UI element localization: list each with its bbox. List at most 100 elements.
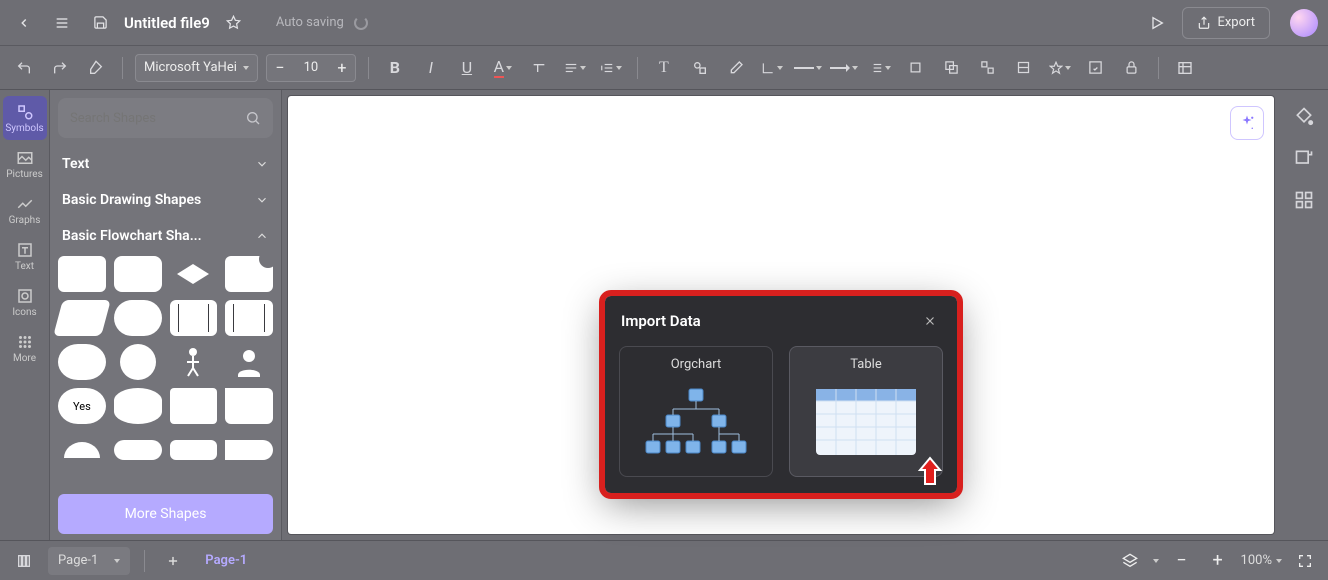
- font-size-decrease[interactable]: −: [267, 55, 293, 81]
- font-selector[interactable]: Microsoft YaHei: [135, 54, 258, 82]
- category-basic-drawing[interactable]: Basic Drawing Shapes: [50, 182, 281, 218]
- shape-person[interactable]: [170, 344, 218, 380]
- canvas[interactable]: Import Data Orgchart: [288, 96, 1274, 534]
- search-shapes[interactable]: [58, 98, 273, 138]
- shape-user[interactable]: [225, 344, 273, 380]
- outline-button[interactable]: [10, 547, 38, 575]
- ai-sparkle-button[interactable]: [1230, 106, 1264, 140]
- text-tool-button[interactable]: T: [650, 54, 678, 82]
- zoom-value: 100%: [1241, 553, 1272, 568]
- shape-circle[interactable]: [120, 344, 156, 380]
- line-style-button[interactable]: [794, 54, 822, 82]
- shape-parallelogram[interactable]: [53, 300, 110, 336]
- shape-strip[interactable]: [170, 440, 218, 460]
- text-case-button[interactable]: [525, 54, 553, 82]
- align-button[interactable]: [561, 54, 589, 82]
- zoom-level[interactable]: 100%: [1241, 553, 1282, 568]
- shape-thin-rect[interactable]: [114, 440, 162, 460]
- fill-tool-icon[interactable]: [1294, 106, 1314, 126]
- import-option-orgchart[interactable]: Orgchart: [619, 346, 773, 477]
- shape-terminator[interactable]: [114, 300, 162, 336]
- shape-rounded-rect[interactable]: [114, 256, 162, 292]
- import-data-button[interactable]: [1171, 54, 1199, 82]
- undo-button[interactable]: [10, 54, 38, 82]
- shape-internal-storage[interactable]: [225, 300, 273, 336]
- dialog-title: Import Data: [621, 312, 701, 330]
- pen-tool-button[interactable]: [722, 54, 750, 82]
- chevron-down-icon: [1153, 559, 1159, 563]
- font-size-increase[interactable]: +: [329, 55, 355, 81]
- rail-more[interactable]: More: [3, 326, 47, 370]
- shape-card[interactable]: [170, 388, 218, 424]
- layer-button-1[interactable]: [902, 54, 930, 82]
- shape-database[interactable]: [114, 388, 162, 424]
- presentation-button[interactable]: [1142, 8, 1172, 38]
- file-title: Untitled file9: [124, 14, 210, 32]
- lock-button[interactable]: [1118, 54, 1146, 82]
- ungroup-button[interactable]: [1010, 54, 1038, 82]
- close-icon: [923, 314, 937, 328]
- arrow-style-button[interactable]: [830, 54, 858, 82]
- category-text-label: Text: [62, 156, 89, 172]
- underline-button[interactable]: U: [453, 54, 481, 82]
- bold-button[interactable]: B: [381, 54, 409, 82]
- italic-button[interactable]: I: [417, 54, 445, 82]
- export-button[interactable]: Export: [1182, 7, 1270, 39]
- connector-button[interactable]: [758, 54, 786, 82]
- import-option-table[interactable]: Table: [789, 346, 943, 477]
- category-basic-flowchart[interactable]: Basic Flowchart Sha...: [50, 218, 281, 254]
- format-painter-button[interactable]: [82, 54, 110, 82]
- page-selector[interactable]: Page-1: [48, 547, 130, 575]
- user-avatar[interactable]: [1290, 9, 1318, 37]
- rail-graphs[interactable]: Graphs: [3, 188, 47, 232]
- orgchart-preview: [630, 382, 762, 462]
- shape-document[interactable]: [225, 256, 273, 292]
- dialog-close-button[interactable]: [919, 310, 941, 332]
- shape-display[interactable]: [225, 388, 273, 424]
- rail-icons[interactable]: Icons: [3, 280, 47, 324]
- rail-pictures[interactable]: Pictures: [3, 142, 47, 186]
- zoom-in-button[interactable]: +: [1205, 548, 1231, 574]
- page-tab[interactable]: Page-1: [197, 553, 255, 568]
- fullscreen-button[interactable]: [1292, 548, 1318, 574]
- shape-half-1[interactable]: [58, 432, 106, 468]
- category-basic-label: Basic Drawing Shapes: [62, 192, 201, 208]
- shape-rectangle[interactable]: [58, 256, 106, 292]
- font-size-stepper: − 10 +: [266, 54, 356, 82]
- back-button[interactable]: [10, 9, 38, 37]
- page-selector-label: Page-1: [58, 553, 98, 568]
- shape-tool-button[interactable]: [686, 54, 714, 82]
- export-tool-icon[interactable]: [1294, 148, 1314, 168]
- rail-pictures-label: Pictures: [6, 169, 43, 180]
- zoom-out-button[interactable]: −: [1169, 548, 1195, 574]
- favorite-button[interactable]: [220, 9, 248, 37]
- shape-predefined[interactable]: [170, 300, 218, 336]
- category-text[interactable]: Text: [50, 146, 281, 182]
- layers-icon[interactable]: [1117, 548, 1143, 574]
- shape-decision-yes[interactable]: Yes: [58, 388, 106, 424]
- edit-button[interactable]: [1082, 54, 1110, 82]
- grid-tool-icon[interactable]: [1294, 190, 1314, 210]
- list-button[interactable]: [866, 54, 894, 82]
- font-size-value[interactable]: 10: [293, 60, 329, 75]
- shape-ellipse[interactable]: [58, 344, 106, 380]
- more-shapes-button[interactable]: More Shapes: [58, 494, 273, 534]
- chevron-down-icon: [114, 559, 120, 563]
- option-table-label: Table: [850, 357, 881, 372]
- import-data-dialog: Import Data Orgchart: [605, 296, 957, 493]
- rail-text[interactable]: Text: [3, 234, 47, 278]
- effects-button[interactable]: [1046, 54, 1074, 82]
- save-icon[interactable]: [86, 9, 114, 37]
- chevron-up-icon: [255, 229, 269, 243]
- shape-delay[interactable]: [225, 440, 273, 460]
- layer-button-2[interactable]: [938, 54, 966, 82]
- search-input[interactable]: [70, 111, 237, 126]
- line-spacing-button[interactable]: [597, 54, 625, 82]
- font-color-button[interactable]: A: [489, 54, 517, 82]
- redo-button[interactable]: [46, 54, 74, 82]
- group-button[interactable]: [974, 54, 1002, 82]
- add-page-button[interactable]: [159, 547, 187, 575]
- shape-diamond[interactable]: [170, 256, 218, 292]
- menu-button[interactable]: [48, 9, 76, 37]
- rail-symbols[interactable]: Symbols: [3, 96, 47, 140]
